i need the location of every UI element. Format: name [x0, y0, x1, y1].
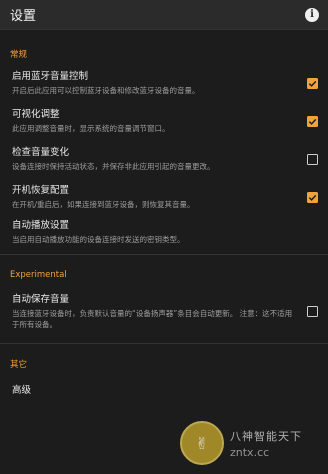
watermark-title: 八神智能天下 — [230, 429, 302, 443]
checkbox-checked[interactable] — [307, 115, 318, 127]
preference-row[interactable]: 启用蓝牙音量控制开启后此应用可以控制蓝牙设备和修改蓝牙设备的音量。 — [0, 64, 328, 102]
preference-summary: 当启用自动播放功能的设备连接时发送的密钥类型。 — [12, 235, 185, 244]
info-icon[interactable]: i — [305, 7, 319, 22]
preference-summary: 在开机/重启后，如果连接到蓝牙设备，则恢复其音量。 — [12, 200, 195, 209]
preference-row[interactable]: 检查音量变化设备连接时保持活动状态，并保存非此应用引起的音量更改。 — [0, 140, 328, 178]
preference-summary: 设备连接时保持活动状态，并保存非此应用引起的音量更改。 — [12, 162, 215, 171]
preference-title: 启用蓝牙音量控制 — [12, 71, 89, 82]
section-divider — [0, 254, 328, 255]
preference-row[interactable]: 可视化调整此应用调整音量时，显示系统的音量调节窗口。 — [0, 102, 328, 140]
preference-title: 开机恢复配置 — [12, 185, 70, 196]
preference-row[interactable]: 高级 — [0, 374, 328, 408]
app-bar: 设置 i — [0, 0, 328, 30]
watermark-logo-icon: ✌ — [180, 421, 224, 465]
watermark: ✌ 八神智能天下 zntx.cc — [180, 418, 322, 468]
section-header: 常规 — [10, 50, 28, 60]
section-header: 其它 — [10, 360, 28, 370]
preference-row[interactable]: 自动保存音量当连接蓝牙设备时，负责默认音量的“设备扬声器”条目会自动更新。 注意… — [0, 285, 328, 337]
preference-row[interactable]: 自动播放设置当启用自动播放功能的设备连接时发送的密钥类型。 — [0, 216, 328, 248]
section-header: Experimental — [10, 270, 67, 280]
preference-title: 高级 — [12, 385, 32, 396]
watermark-url: zntx.cc — [230, 445, 270, 459]
preference-summary: 此应用调整音量时，显示系统的音量调节窗口。 — [12, 124, 170, 133]
preference-title: 自动保存音量 — [12, 293, 70, 305]
checkbox-unchecked[interactable] — [307, 153, 318, 165]
preference-title: 检查音量变化 — [12, 147, 70, 158]
checkbox-checked[interactable] — [307, 191, 318, 203]
checkbox-unchecked[interactable] — [307, 305, 318, 317]
page-title: 设置 — [10, 9, 37, 24]
preference-summary: 当连接蓝牙设备时，负责默认音量的“设备扬声器”条目会自动更新。 注意：这不适用于… — [12, 308, 293, 329]
checkbox-checked[interactable] — [307, 77, 318, 89]
preference-summary: 开启后此应用可以控制蓝牙设备和修改蓝牙设备的音量。 — [12, 86, 200, 95]
settings-list: 常规 启用蓝牙音量控制 开启后此应用可以控制蓝牙设备和修改蓝牙设备的音量。 可视化调整… — [0, 44, 328, 408]
preference-title: 自动播放设置 — [12, 220, 70, 231]
section-divider — [0, 343, 328, 344]
preference-title: 可视化调整 — [12, 109, 60, 120]
preference-row[interactable]: 开机恢复配置在开机/重启后，如果连接到蓝牙设备，则恢复其音量。 — [0, 178, 328, 216]
